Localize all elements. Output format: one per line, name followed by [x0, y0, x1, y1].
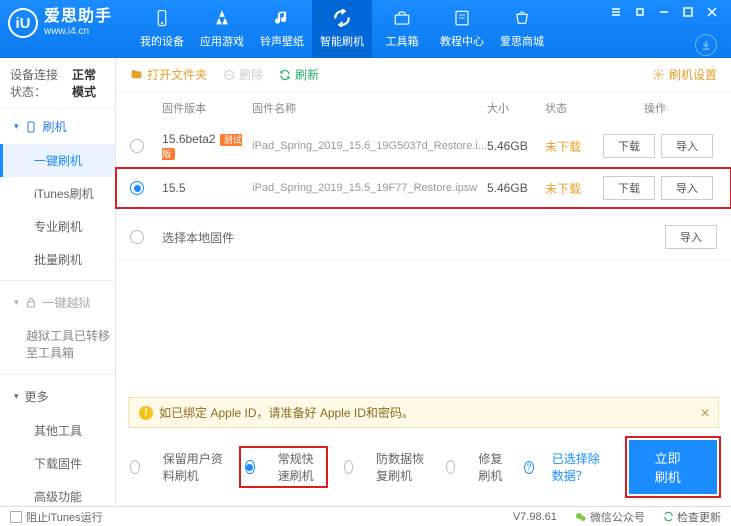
nav-ringtone[interactable]: 铃声壁纸: [252, 0, 312, 58]
radio-unselected[interactable]: [130, 139, 144, 153]
import-button[interactable]: 导入: [661, 176, 713, 200]
sidebar-item-othertools[interactable]: 其他工具: [0, 414, 115, 447]
nav-tutorial[interactable]: 教程中心: [432, 0, 492, 58]
sidebar-jailbreak-note: 越狱工具已转移至工具箱: [0, 320, 115, 370]
skin-button[interactable]: [629, 4, 651, 20]
nav-flash[interactable]: 智能刷机: [312, 0, 372, 58]
maximize-button[interactable]: [677, 4, 699, 20]
logo: iU 爱思助手 www.i4.cn: [8, 0, 112, 38]
nav-store[interactable]: 爱思商城: [492, 0, 552, 58]
delete-button: 删除: [223, 66, 263, 83]
mode-keep-data[interactable]: 保留用户资料刷机: [130, 450, 223, 484]
local-firmware-row[interactable]: 选择本地固件 导入: [116, 214, 731, 260]
flash-settings-button[interactable]: 刷机设置: [652, 66, 717, 83]
download-button[interactable]: 下载: [603, 176, 655, 200]
sidebar-cat-jailbreak[interactable]: ▾一键越狱: [0, 285, 115, 320]
sidebar-cat-flash[interactable]: ▾刷机: [0, 109, 115, 144]
exclude-data-link[interactable]: 已选择除数据？: [552, 450, 611, 484]
title-bar: iU 爱思助手 www.i4.cn 我的设备 应用游戏 铃声壁纸 智能刷机 工具…: [0, 0, 731, 58]
version-label: V7.98.61: [513, 511, 557, 523]
refresh-button[interactable]: 刷新: [279, 66, 319, 83]
sidebar-cat-more[interactable]: ▾更多: [0, 379, 115, 414]
mode-quick[interactable]: 常规快速刷机: [241, 448, 325, 486]
main-panel: 打开文件夹 删除 刷新 刷机设置 固件版本 固件名称 大小 状态 操作 15.6…: [116, 58, 731, 506]
flash-now-button[interactable]: 立即刷机: [629, 440, 717, 494]
minimize-button[interactable]: [653, 4, 675, 20]
firmware-row-0[interactable]: 15.6beta2测试版 iPad_Spring_2019_15.6_19G50…: [116, 124, 731, 168]
main-nav: 我的设备 应用游戏 铃声壁纸 智能刷机 工具箱 教程中心 爱思商城: [132, 0, 552, 58]
check-update-link[interactable]: 检查更新: [663, 509, 721, 525]
sidebar-item-pro[interactable]: 专业刷机: [0, 210, 115, 243]
mode-repair[interactable]: 修复刷机: [446, 450, 506, 484]
column-headers: 固件版本 固件名称 大小 状态 操作: [116, 92, 731, 124]
block-itunes-checkbox[interactable]: 阻止iTunes运行: [10, 509, 103, 525]
flash-mode-row: 保留用户资料刷机 常规快速刷机 防数据恢复刷机 修复刷机 ? 已选择除数据？ 立…: [116, 428, 731, 506]
warning-icon: !: [139, 406, 153, 420]
sidebar-item-itunes[interactable]: iTunes刷机: [0, 177, 115, 210]
import-local-button[interactable]: 导入: [665, 225, 717, 249]
download-button[interactable]: 下载: [603, 134, 655, 158]
menu-button[interactable]: [605, 4, 627, 20]
radio-selected[interactable]: [130, 181, 144, 195]
firmware-row-1[interactable]: 15.5 iPad_Spring_2019_15.5_19F77_Restore…: [116, 168, 731, 208]
nav-device[interactable]: 我的设备: [132, 0, 192, 58]
sidebar-item-advanced[interactable]: 高级功能: [0, 480, 115, 506]
alert-close-button[interactable]: ✕: [700, 406, 710, 420]
mode-anti-recover[interactable]: 防数据恢复刷机: [344, 450, 429, 484]
nav-tools[interactable]: 工具箱: [372, 0, 432, 58]
status-bar: 阻止iTunes运行 V7.98.61 微信公众号 检查更新: [0, 506, 731, 526]
import-button[interactable]: 导入: [661, 134, 713, 158]
wechat-link[interactable]: 微信公众号: [575, 509, 645, 525]
sidebar: 设备连接状态： 正常模式 ▾刷机 一键刷机 iTunes刷机 专业刷机 批量刷机…: [0, 58, 116, 506]
nav-apps[interactable]: 应用游戏: [192, 0, 252, 58]
apple-id-alert: ! 如已绑定 Apple ID，请准备好 Apple ID和密码。 ✕: [128, 397, 719, 428]
toolbar: 打开文件夹 删除 刷新 刷机设置: [116, 58, 731, 92]
close-button[interactable]: [701, 4, 723, 20]
window-controls: [605, 0, 723, 20]
app-title: 爱思助手: [44, 8, 112, 26]
sidebar-item-oneclick[interactable]: 一键刷机: [0, 144, 115, 177]
connection-status: 设备连接状态： 正常模式: [0, 58, 115, 109]
open-folder-button[interactable]: 打开文件夹: [130, 66, 207, 83]
radio-local[interactable]: [130, 230, 144, 244]
download-manager-icon[interactable]: [695, 34, 717, 56]
logo-icon: iU: [8, 8, 38, 38]
help-icon[interactable]: ?: [524, 461, 534, 474]
sidebar-item-batch[interactable]: 批量刷机: [0, 243, 115, 276]
sidebar-item-downloadfw[interactable]: 下载固件: [0, 447, 115, 480]
app-url: www.i4.cn: [44, 26, 112, 37]
